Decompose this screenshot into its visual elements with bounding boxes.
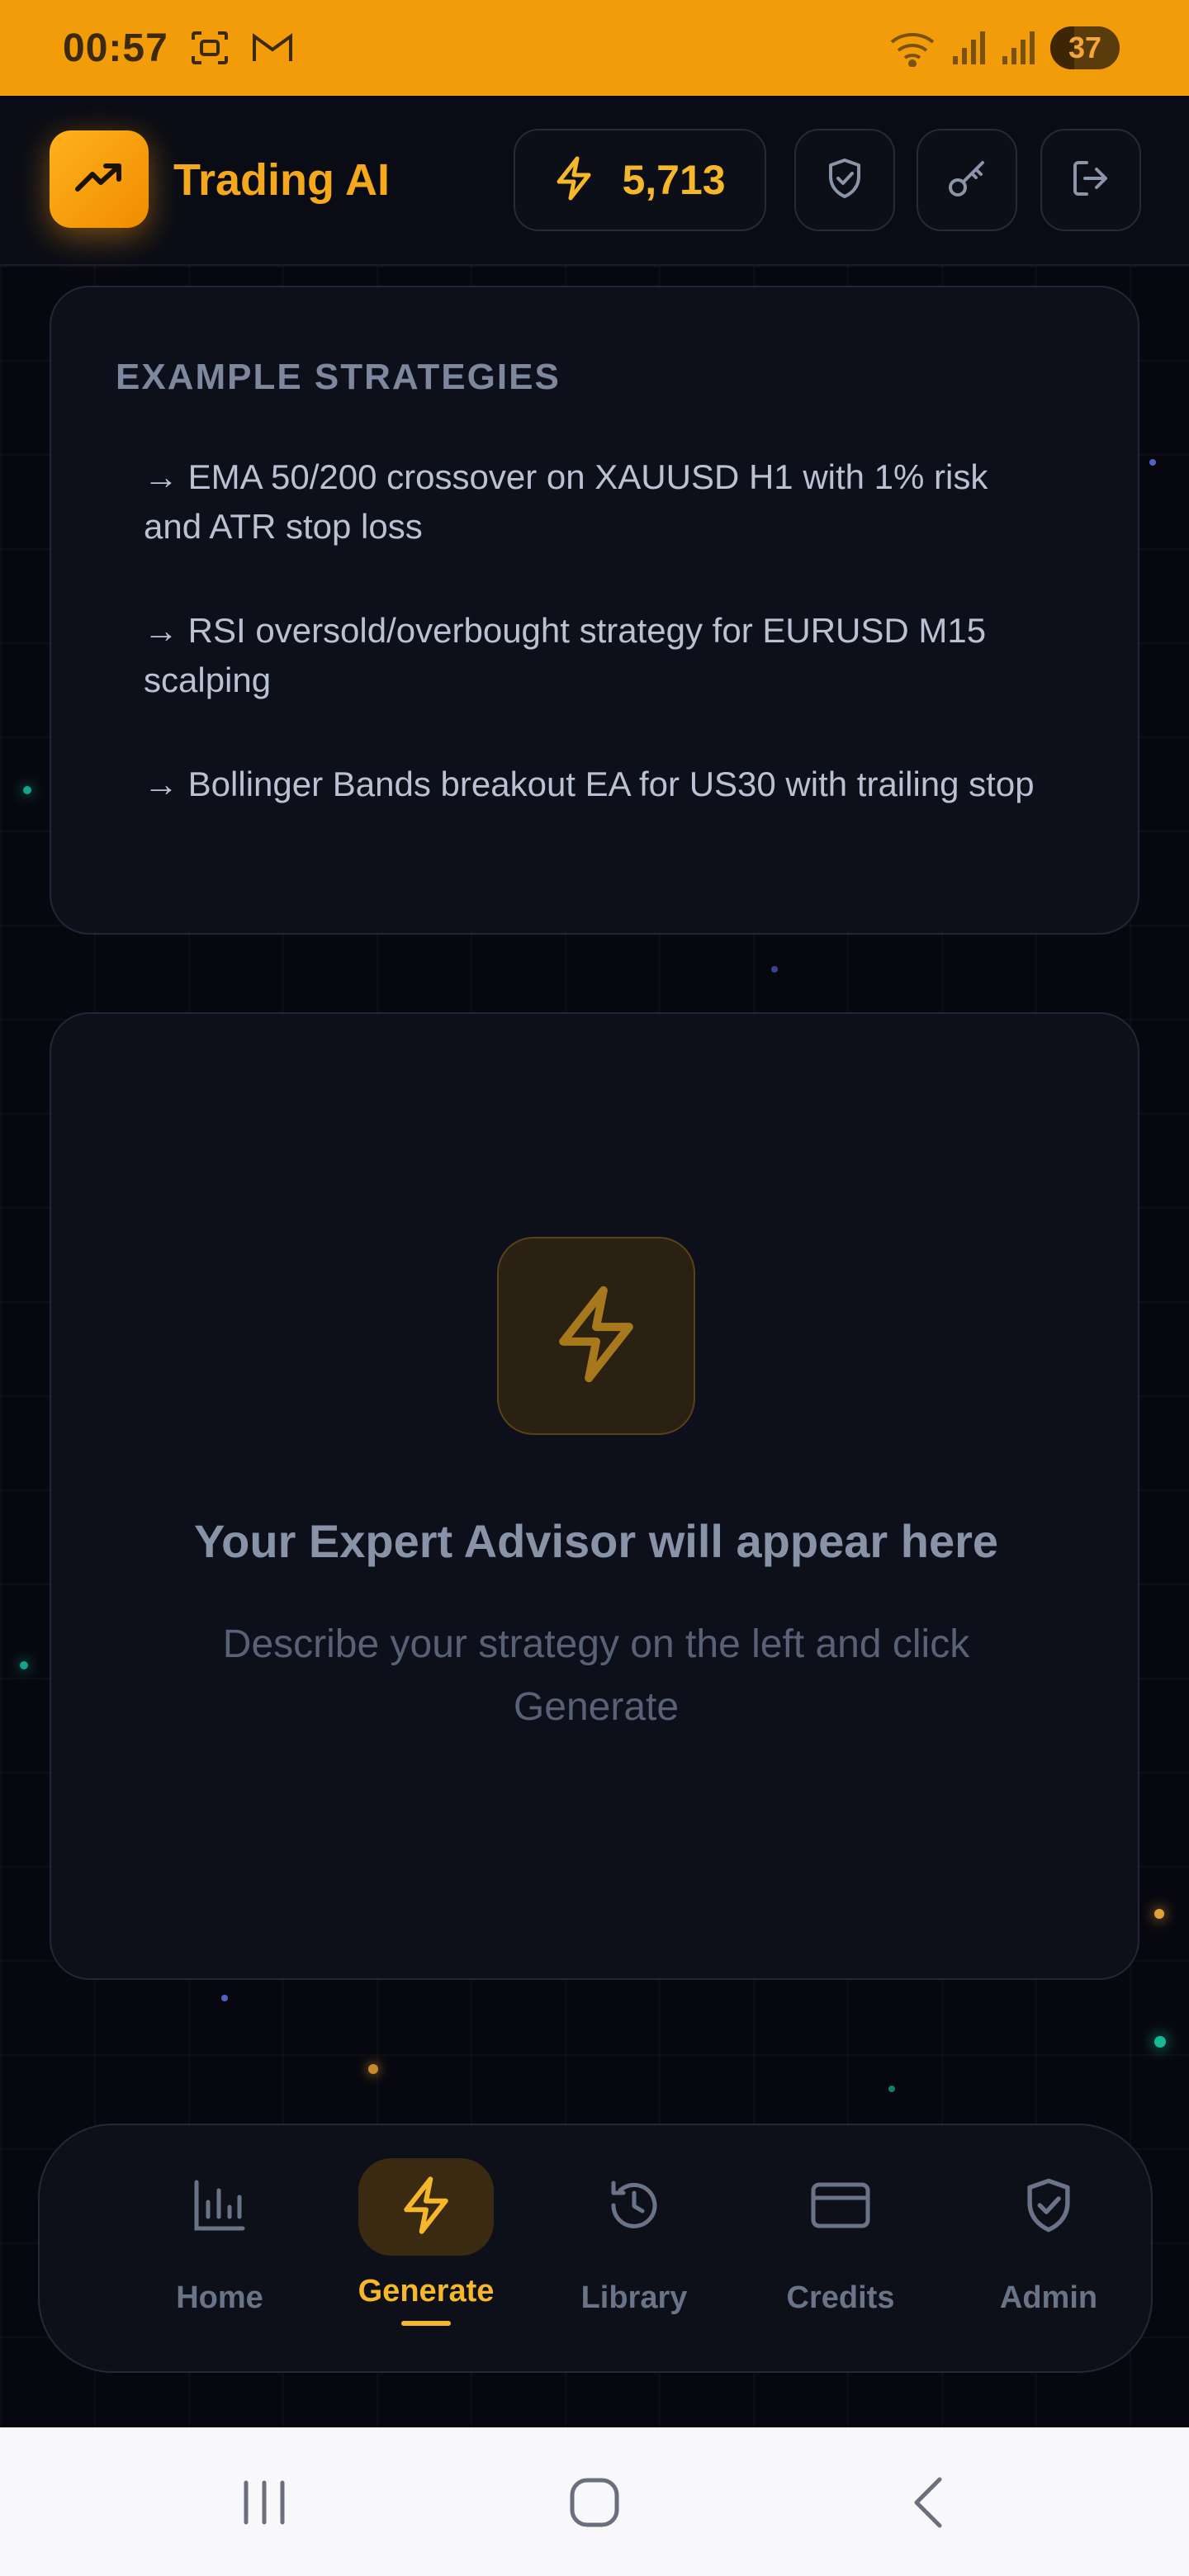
nav-label: Credits <box>786 2280 895 2315</box>
nav-icon-container <box>566 2158 702 2256</box>
bolt-icon <box>550 1283 642 1390</box>
shield-check-icon <box>1023 2176 1074 2238</box>
logout-button[interactable] <box>1040 129 1141 231</box>
home-system-button[interactable] <box>561 2475 628 2533</box>
bg-particle <box>368 2064 378 2074</box>
status-left: 00:57 <box>63 26 294 71</box>
nav-icon-container <box>981 2158 1116 2256</box>
wifi-icon <box>888 29 936 67</box>
nav-item-admin[interactable]: Admin <box>958 2158 1139 2340</box>
battery-indicator: 37 <box>1050 26 1120 69</box>
example-strategy-item[interactable]: → Bollinger Bands breakout EA for US30 w… <box>144 760 1035 809</box>
example-strategy-item[interactable]: → EMA 50/200 crossover on XAUUSD H1 with… <box>144 452 1035 552</box>
system-navigation-bar <box>0 2427 1189 2576</box>
example-strategy-item[interactable]: → RSI oversold/overbought strategy for E… <box>144 606 1035 705</box>
signal-icon <box>1001 30 1035 66</box>
examples-heading: EXAMPLE STRATEGIES <box>116 357 561 397</box>
nav-item-generate[interactable]: Generate <box>335 2158 517 2340</box>
bg-particle <box>20 1661 28 1669</box>
admin-shield-button[interactable] <box>794 129 895 231</box>
expert-advisor-output-card: Your Expert Advisor will appear here Des… <box>50 1012 1139 1980</box>
trending-up-icon <box>74 161 124 198</box>
back-system-button[interactable] <box>895 2475 961 2533</box>
app-header: Trading AI 5,713 <box>0 96 1189 266</box>
screenshot-icon <box>190 30 230 66</box>
placeholder-subtitle: Describe your strategy on the left and c… <box>222 1622 970 1729</box>
signal-icon <box>951 30 986 66</box>
bg-particle <box>1154 2036 1166 2048</box>
bolt-icon <box>400 2175 452 2240</box>
status-right: 37 <box>888 26 1120 69</box>
bolt-icon <box>554 155 594 206</box>
logout-icon <box>1070 158 1111 203</box>
status-bar: 00:57 37 <box>0 0 1189 96</box>
placeholder-title: Your Expert Advisor will appear here <box>193 1515 999 1567</box>
bottom-navigation: Home Generate Library Credits Admin <box>38 2124 1153 2373</box>
credits-value: 5,713 <box>622 157 726 203</box>
nav-label: Home <box>176 2280 263 2315</box>
nav-icon-container <box>358 2158 494 2256</box>
bg-particle <box>221 1995 228 2001</box>
nav-label: Library <box>580 2280 688 2315</box>
nav-icon-container <box>773 2158 908 2256</box>
nav-label: Generate <box>358 2274 495 2308</box>
recent-apps-button[interactable] <box>231 2475 297 2533</box>
chevron-left-icon <box>910 2476 946 2533</box>
active-tab-indicator <box>401 2321 451 2326</box>
credits-balance-button[interactable]: 5,713 <box>514 129 766 231</box>
bg-particle <box>888 2086 895 2092</box>
api-key-button[interactable] <box>917 129 1017 231</box>
shield-icon <box>826 157 864 204</box>
nav-item-library[interactable]: Library <box>543 2158 725 2340</box>
app-title: Trading AI <box>173 155 391 205</box>
bg-particle <box>1149 459 1156 466</box>
nav-item-credits[interactable]: Credits <box>750 2158 931 2340</box>
example-strategies-card: EXAMPLE STRATEGIES → EMA 50/200 crossove… <box>50 286 1139 935</box>
key-icon <box>946 158 988 203</box>
bg-particle <box>1154 1909 1164 1919</box>
nav-icon-container <box>152 2158 287 2256</box>
nav-label: Admin <box>999 2280 1098 2315</box>
history-icon <box>605 2176 663 2238</box>
bg-particle <box>771 966 778 973</box>
gmail-icon <box>251 31 294 64</box>
placeholder-bolt-tile <box>497 1237 695 1435</box>
app-logo[interactable] <box>50 130 149 228</box>
recent-apps-icon <box>239 2479 289 2530</box>
status-time: 00:57 <box>63 26 168 70</box>
battery-level: 37 <box>1068 31 1102 64</box>
bar-chart-icon <box>192 2177 248 2237</box>
home-circle-icon <box>568 2476 621 2533</box>
bg-particle <box>23 786 31 794</box>
credit-card-icon <box>810 2181 871 2233</box>
nav-item-home[interactable]: Home <box>129 2158 310 2340</box>
